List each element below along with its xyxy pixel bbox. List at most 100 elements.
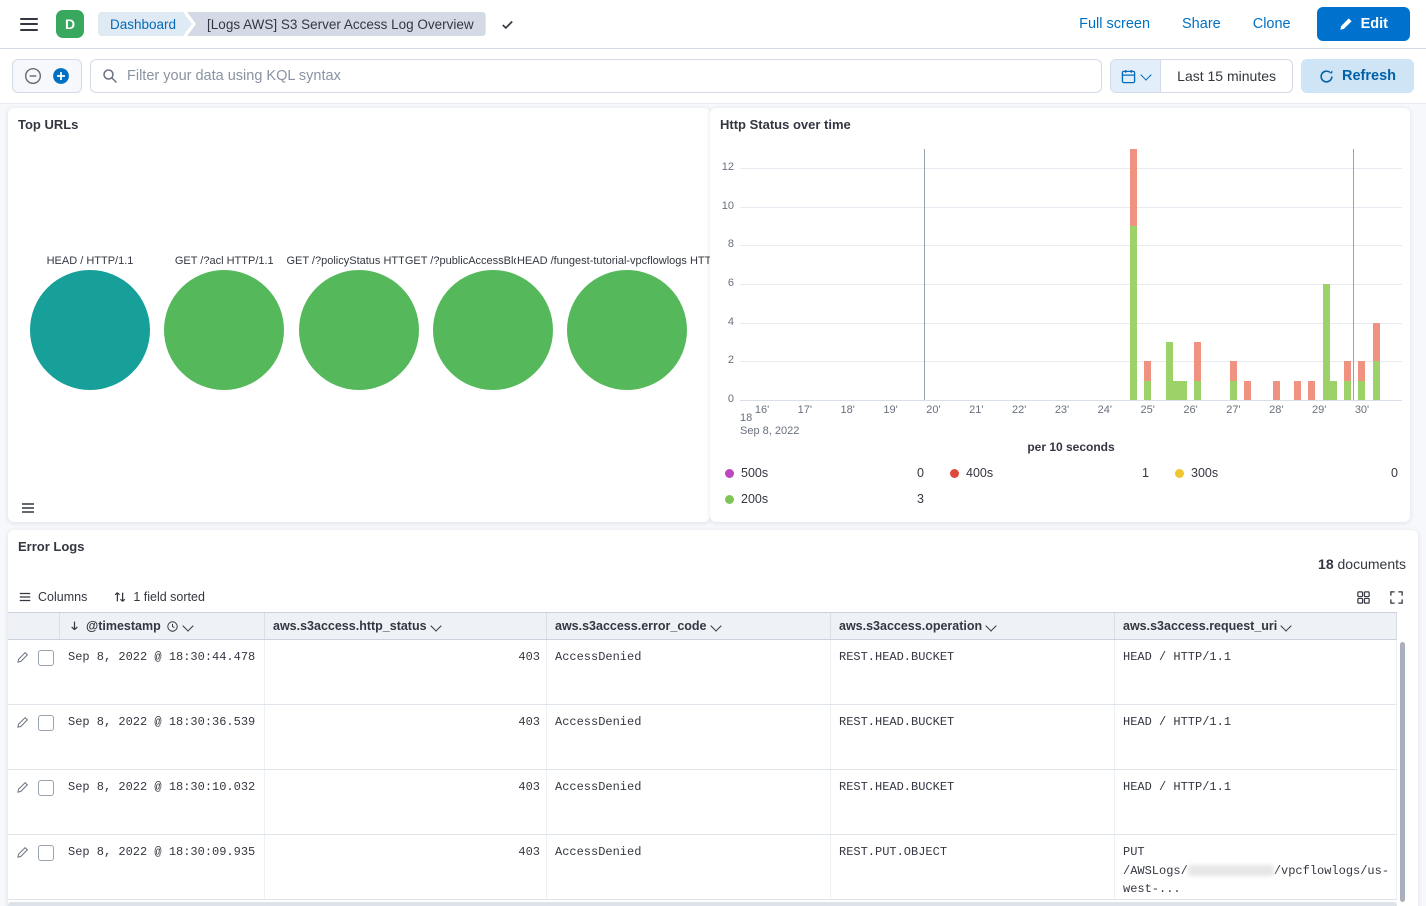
bar[interactable]: [1358, 361, 1365, 400]
legend-dot: [950, 469, 959, 478]
clone-link[interactable]: Clone: [1253, 16, 1291, 32]
bar[interactable]: [1173, 381, 1180, 400]
sort-icon: [113, 590, 127, 604]
bar[interactable]: [1166, 342, 1173, 400]
bar[interactable]: [1230, 361, 1237, 400]
sort-fields-button[interactable]: 1 field sorted: [113, 590, 205, 604]
display-options-icon[interactable]: [1356, 590, 1371, 605]
date-picker-calendar-button[interactable]: [1111, 60, 1161, 92]
bar[interactable]: [1144, 361, 1151, 400]
bar-segment-400s: [1130, 149, 1137, 226]
bar-segment-200s: [1194, 381, 1201, 400]
pie-slice[interactable]: [164, 270, 284, 390]
bar-segment-400s: [1194, 342, 1201, 381]
legend-item[interactable]: 400s1: [950, 460, 1175, 486]
refresh-button[interactable]: Refresh: [1301, 59, 1414, 93]
expand-document-icon[interactable]: [17, 716, 29, 728]
cell-operation[interactable]: REST.HEAD.BUCKET: [831, 640, 1115, 704]
column-header-timestamp[interactable]: @timestamp: [60, 613, 265, 639]
bar[interactable]: [1344, 361, 1351, 400]
cell-request-uri[interactable]: PUT /AWSLogs//vpcflowlogs/us-west-...: [1115, 835, 1397, 899]
cell-error-code[interactable]: AccessDenied: [547, 640, 831, 704]
bar[interactable]: [1308, 381, 1315, 400]
space-avatar[interactable]: D: [56, 10, 84, 38]
bar-segment-400s: [1344, 361, 1351, 380]
refresh-button-label: Refresh: [1342, 68, 1396, 84]
cell-operation[interactable]: REST.PUT.OBJECT: [831, 835, 1115, 899]
bar[interactable]: [1294, 381, 1301, 400]
bar[interactable]: [1273, 381, 1280, 400]
cell-timestamp[interactable]: Sep 8, 2022 @ 18:30:44.478: [60, 640, 265, 704]
columns-button[interactable]: Columns: [18, 590, 87, 604]
kql-search-input[interactable]: [90, 59, 1102, 93]
cell-timestamp[interactable]: Sep 8, 2022 @ 18:30:10.032: [60, 770, 265, 834]
cell-http-status[interactable]: 403: [265, 705, 547, 769]
cell-http-status[interactable]: 403: [265, 640, 547, 704]
chevron-down-icon: [1140, 69, 1151, 80]
row-checkbox[interactable]: [38, 780, 54, 796]
pie-slice[interactable]: [299, 270, 419, 390]
bar[interactable]: [1130, 149, 1137, 400]
bar[interactable]: [1323, 284, 1330, 400]
chevron-down-icon[interactable]: [710, 620, 721, 631]
column-header-http-status[interactable]: aws.s3access.http_status: [265, 613, 547, 639]
row-controls-cell: [8, 835, 60, 899]
column-header-request-uri[interactable]: aws.s3access.request_uri: [1115, 613, 1397, 639]
cell-request-uri[interactable]: HEAD / HTTP/1.1: [1115, 640, 1397, 704]
cell-error-code[interactable]: AccessDenied: [547, 705, 831, 769]
cell-request-uri[interactable]: HEAD / HTTP/1.1: [1115, 705, 1397, 769]
bar[interactable]: [1373, 323, 1380, 400]
cell-error-code[interactable]: AccessDenied: [547, 835, 831, 899]
fullscreen-icon[interactable]: [1389, 590, 1404, 605]
panel-title-top-urls: Top URLs: [18, 117, 78, 132]
legend-item[interactable]: 300s0: [1175, 460, 1400, 486]
chevron-down-icon[interactable]: [985, 620, 996, 631]
chevron-down-icon[interactable]: [182, 620, 193, 631]
expand-document-icon[interactable]: [17, 651, 29, 663]
chevron-down-icon[interactable]: [1281, 620, 1292, 631]
expand-document-icon[interactable]: [17, 846, 29, 858]
vertical-scrollbar[interactable]: [1400, 642, 1405, 902]
bar[interactable]: [1180, 381, 1187, 400]
row-checkbox[interactable]: [38, 650, 54, 666]
http-status-panel: Http Status over time 18 Sep 8, 2022 per…: [710, 108, 1410, 522]
column-header-error-code[interactable]: aws.s3access.error_code: [547, 613, 831, 639]
legend-item[interactable]: 200s3: [725, 486, 950, 512]
cell-request-uri[interactable]: HEAD / HTTP/1.1: [1115, 770, 1397, 834]
chevron-down-icon[interactable]: [430, 620, 441, 631]
y-axis-label: 2: [710, 354, 734, 366]
bar-segment-200s: [1173, 381, 1180, 400]
full-screen-link[interactable]: Full screen: [1079, 16, 1150, 32]
pie-slice[interactable]: [567, 270, 687, 390]
row-checkbox[interactable]: [38, 845, 54, 861]
expand-document-icon[interactable]: [17, 781, 29, 793]
bar[interactable]: [1244, 381, 1251, 400]
horizontal-scrollbar[interactable]: [8, 902, 1397, 906]
bar[interactable]: [1330, 381, 1337, 400]
pie-slice[interactable]: [433, 270, 553, 390]
menu-icon[interactable]: [16, 14, 42, 35]
legend-item[interactable]: 500s0: [725, 460, 950, 486]
x-axis-start-label: 18 Sep 8, 2022: [740, 412, 799, 438]
share-link[interactable]: Share: [1182, 16, 1221, 32]
time-range-button[interactable]: Last 15 minutes: [1161, 60, 1292, 92]
bar[interactable]: [1194, 342, 1201, 400]
filter-options-icon[interactable]: [24, 67, 42, 85]
column-header-operation[interactable]: aws.s3access.operation: [831, 613, 1115, 639]
x-axis-label: 24': [1098, 404, 1112, 416]
cell-error-code[interactable]: AccessDenied: [547, 770, 831, 834]
row-checkbox[interactable]: [38, 715, 54, 731]
search-field-wrap: [90, 59, 1102, 93]
cell-http-status[interactable]: 403: [265, 835, 547, 899]
cell-operation[interactable]: REST.HEAD.BUCKET: [831, 770, 1115, 834]
cell-http-status[interactable]: 403: [265, 770, 547, 834]
cell-timestamp[interactable]: Sep 8, 2022 @ 18:30:09.935: [60, 835, 265, 899]
breadcrumb-dashboard[interactable]: Dashboard: [98, 12, 192, 36]
x-axis-label: 27': [1226, 404, 1240, 416]
add-filter-button[interactable]: [52, 67, 70, 85]
pie-slice[interactable]: [30, 270, 150, 390]
cell-timestamp[interactable]: Sep 8, 2022 @ 18:30:36.539: [60, 705, 265, 769]
legend-toggle-icon[interactable]: [18, 498, 38, 518]
edit-button[interactable]: Edit: [1317, 7, 1410, 41]
cell-operation[interactable]: REST.HEAD.BUCKET: [831, 705, 1115, 769]
